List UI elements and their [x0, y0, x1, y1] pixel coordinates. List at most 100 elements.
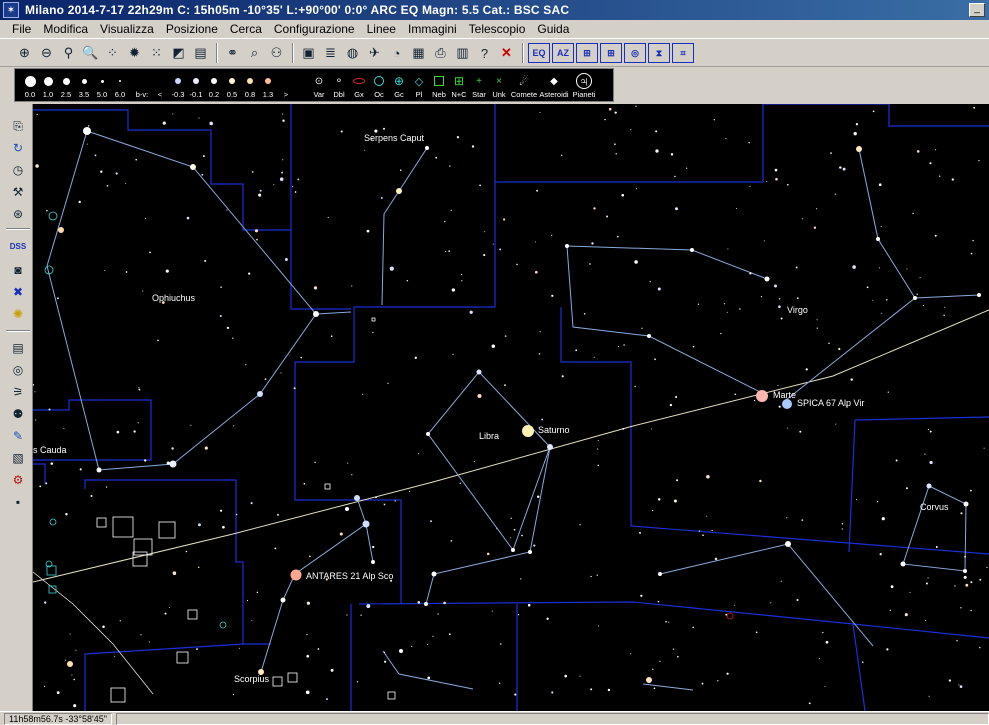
- tools-red-icon[interactable]: ⚙: [8, 470, 28, 490]
- legend-object-gc[interactable]: ⊕ Gc: [389, 69, 409, 101]
- menu-posizione[interactable]: Posizione: [160, 22, 224, 36]
- legend-color-item[interactable]: -0.1: [187, 69, 205, 101]
- menu-telescopio[interactable]: Telescopio: [463, 22, 532, 36]
- star: [277, 513, 279, 516]
- star: [785, 541, 791, 547]
- menu-guida[interactable]: Guida: [531, 22, 575, 36]
- grid-alt-icon[interactable]: ⊞: [600, 43, 622, 63]
- legend-color-item[interactable]: 0.2: [205, 69, 223, 101]
- star: [862, 661, 864, 663]
- save-icon[interactable]: ▣: [298, 42, 319, 64]
- legend-magnitude-item[interactable]: 5.0: [93, 69, 111, 101]
- legend-object-var[interactable]: ⊙ Var: [309, 69, 329, 101]
- legend-color-item[interactable]: 1.3: [259, 69, 277, 101]
- cross-icon[interactable]: ✖: [8, 282, 28, 302]
- menu-file[interactable]: File: [6, 22, 37, 36]
- scatter-icon[interactable]: ⁘: [102, 42, 123, 64]
- disk-icon[interactable]: ▪: [8, 492, 28, 512]
- grid-mode-icon[interactable]: ⊞: [576, 43, 598, 63]
- lamp-icon[interactable]: ✺: [8, 304, 28, 324]
- legend-object-pianeti[interactable]: ♃ Pianeti: [569, 69, 599, 101]
- satellite-icon[interactable]: ✈: [364, 42, 385, 64]
- telescope-icon[interactable]: ⚞: [8, 382, 28, 402]
- print-setup-icon[interactable]: ▥: [452, 42, 473, 64]
- user-search-icon[interactable]: ⚇: [266, 42, 287, 64]
- globe-icon[interactable]: ◍: [342, 42, 363, 64]
- help-icon[interactable]: ?: [474, 42, 495, 64]
- legend-object-oc[interactable]: Oc: [369, 69, 389, 101]
- layers-icon[interactable]: ▤: [8, 338, 28, 358]
- contrast-icon[interactable]: ◩: [168, 42, 189, 64]
- target-icon[interactable]: ✹: [124, 42, 145, 64]
- copy-icon[interactable]: ⎘: [8, 116, 28, 136]
- frame-icon[interactable]: ⌗: [672, 43, 694, 63]
- legend-color-item[interactable]: <: [151, 69, 169, 101]
- legend-magnitude-item[interactable]: 6.0: [111, 69, 129, 101]
- legend-object-label: Unk: [492, 90, 506, 99]
- spica-marker[interactable]: [782, 399, 792, 409]
- dss-icon[interactable]: DSS: [8, 236, 28, 256]
- compass-icon[interactable]: ◎: [8, 360, 28, 380]
- legend-object-unk[interactable]: × Unk: [489, 69, 509, 101]
- menu-linee[interactable]: Linee: [361, 22, 402, 36]
- notes-icon[interactable]: ▧: [8, 448, 28, 468]
- legend-object-nc[interactable]: ⊞ N+C: [449, 69, 469, 101]
- clock-icon[interactable]: ◷: [8, 160, 28, 180]
- print-icon[interactable]: ⎙: [430, 42, 451, 64]
- legend-color-item[interactable]: >: [277, 69, 295, 101]
- star: [232, 337, 234, 339]
- sky-map[interactable]: Serpens Caput Ophiuchus Virgo Libra s Ca…: [33, 104, 989, 711]
- search-icon[interactable]: 🔍: [80, 42, 101, 64]
- star: [959, 685, 963, 688]
- document-icon[interactable]: ▤: [190, 42, 211, 64]
- close-icon[interactable]: ✕: [496, 42, 517, 64]
- legend-color-item[interactable]: -0.3: [169, 69, 187, 101]
- tools-icon[interactable]: ⚒: [8, 182, 28, 202]
- legend-magnitude-item[interactable]: 3.5: [75, 69, 93, 101]
- menu-cerca[interactable]: Cerca: [224, 22, 268, 36]
- hourglass-icon[interactable]: ⧗: [648, 43, 670, 63]
- legend-color-item[interactable]: 0.5: [223, 69, 241, 101]
- camera-icon[interactable]: ◙: [8, 260, 28, 280]
- calendar-icon[interactable]: ▦: [408, 42, 429, 64]
- zoom-out-icon[interactable]: ⊖: [36, 42, 57, 64]
- legend-object-label: Gc: [394, 90, 404, 99]
- app-icon[interactable]: ✶: [3, 2, 19, 18]
- target-circle-icon[interactable]: ◎: [624, 43, 646, 63]
- menu-configurazione[interactable]: Configurazione: [268, 22, 361, 36]
- objects-icon[interactable]: ⁙: [146, 42, 167, 64]
- refresh-icon[interactable]: ↻: [8, 138, 28, 158]
- legend-object-asteroidi[interactable]: ◆ Asteroidi: [539, 69, 569, 101]
- list-icon[interactable]: ≣: [320, 42, 341, 64]
- people-icon[interactable]: ⚉: [8, 404, 28, 424]
- sky-chart[interactable]: Serpens Caput Ophiuchus Virgo Libra s Ca…: [33, 104, 989, 711]
- gauge-icon[interactable]: ◔: [386, 42, 407, 64]
- az-mode-icon[interactable]: AZ: [552, 43, 574, 63]
- menu-modifica[interactable]: Modifica: [37, 22, 94, 36]
- eq-mode-icon[interactable]: EQ: [528, 43, 550, 63]
- antares-marker[interactable]: [290, 569, 302, 581]
- minimize-button[interactable]: _: [969, 3, 985, 17]
- legend-magnitude-item[interactable]: 0.0: [21, 69, 39, 101]
- zoom-in-icon[interactable]: ⊕: [14, 42, 35, 64]
- find-icon[interactable]: ⌕: [244, 42, 265, 64]
- menu-visualizza[interactable]: Visualizza: [94, 22, 160, 36]
- saturno-marker[interactable]: [522, 425, 534, 437]
- marte-marker[interactable]: [756, 390, 768, 402]
- legend-color-item[interactable]: 0.8: [241, 69, 259, 101]
- legend-object-pl[interactable]: ◇ Pl: [409, 69, 429, 101]
- legend-object-dbl[interactable]: ⚬ Dbl: [329, 69, 349, 101]
- network-icon[interactable]: ⊛: [8, 204, 28, 224]
- legend-magnitude-item[interactable]: 2.5: [57, 69, 75, 101]
- binoculars-icon[interactable]: ⚭: [222, 42, 243, 64]
- star: [675, 207, 678, 211]
- menu-immagini[interactable]: Immagini: [402, 22, 463, 36]
- legend-object-neb[interactable]: Neb: [429, 69, 449, 101]
- legend-magnitude-item[interactable]: 1.0: [39, 69, 57, 101]
- legend-object-gx[interactable]: Gx: [349, 69, 369, 101]
- zoom-tool-icon[interactable]: ⚲: [58, 42, 79, 64]
- legend-object-comete[interactable]: ☄ Comete: [509, 69, 539, 101]
- legend-object-star[interactable]: + Star: [469, 69, 489, 101]
- star: [866, 286, 869, 289]
- pencil-icon[interactable]: ✎: [8, 426, 28, 446]
